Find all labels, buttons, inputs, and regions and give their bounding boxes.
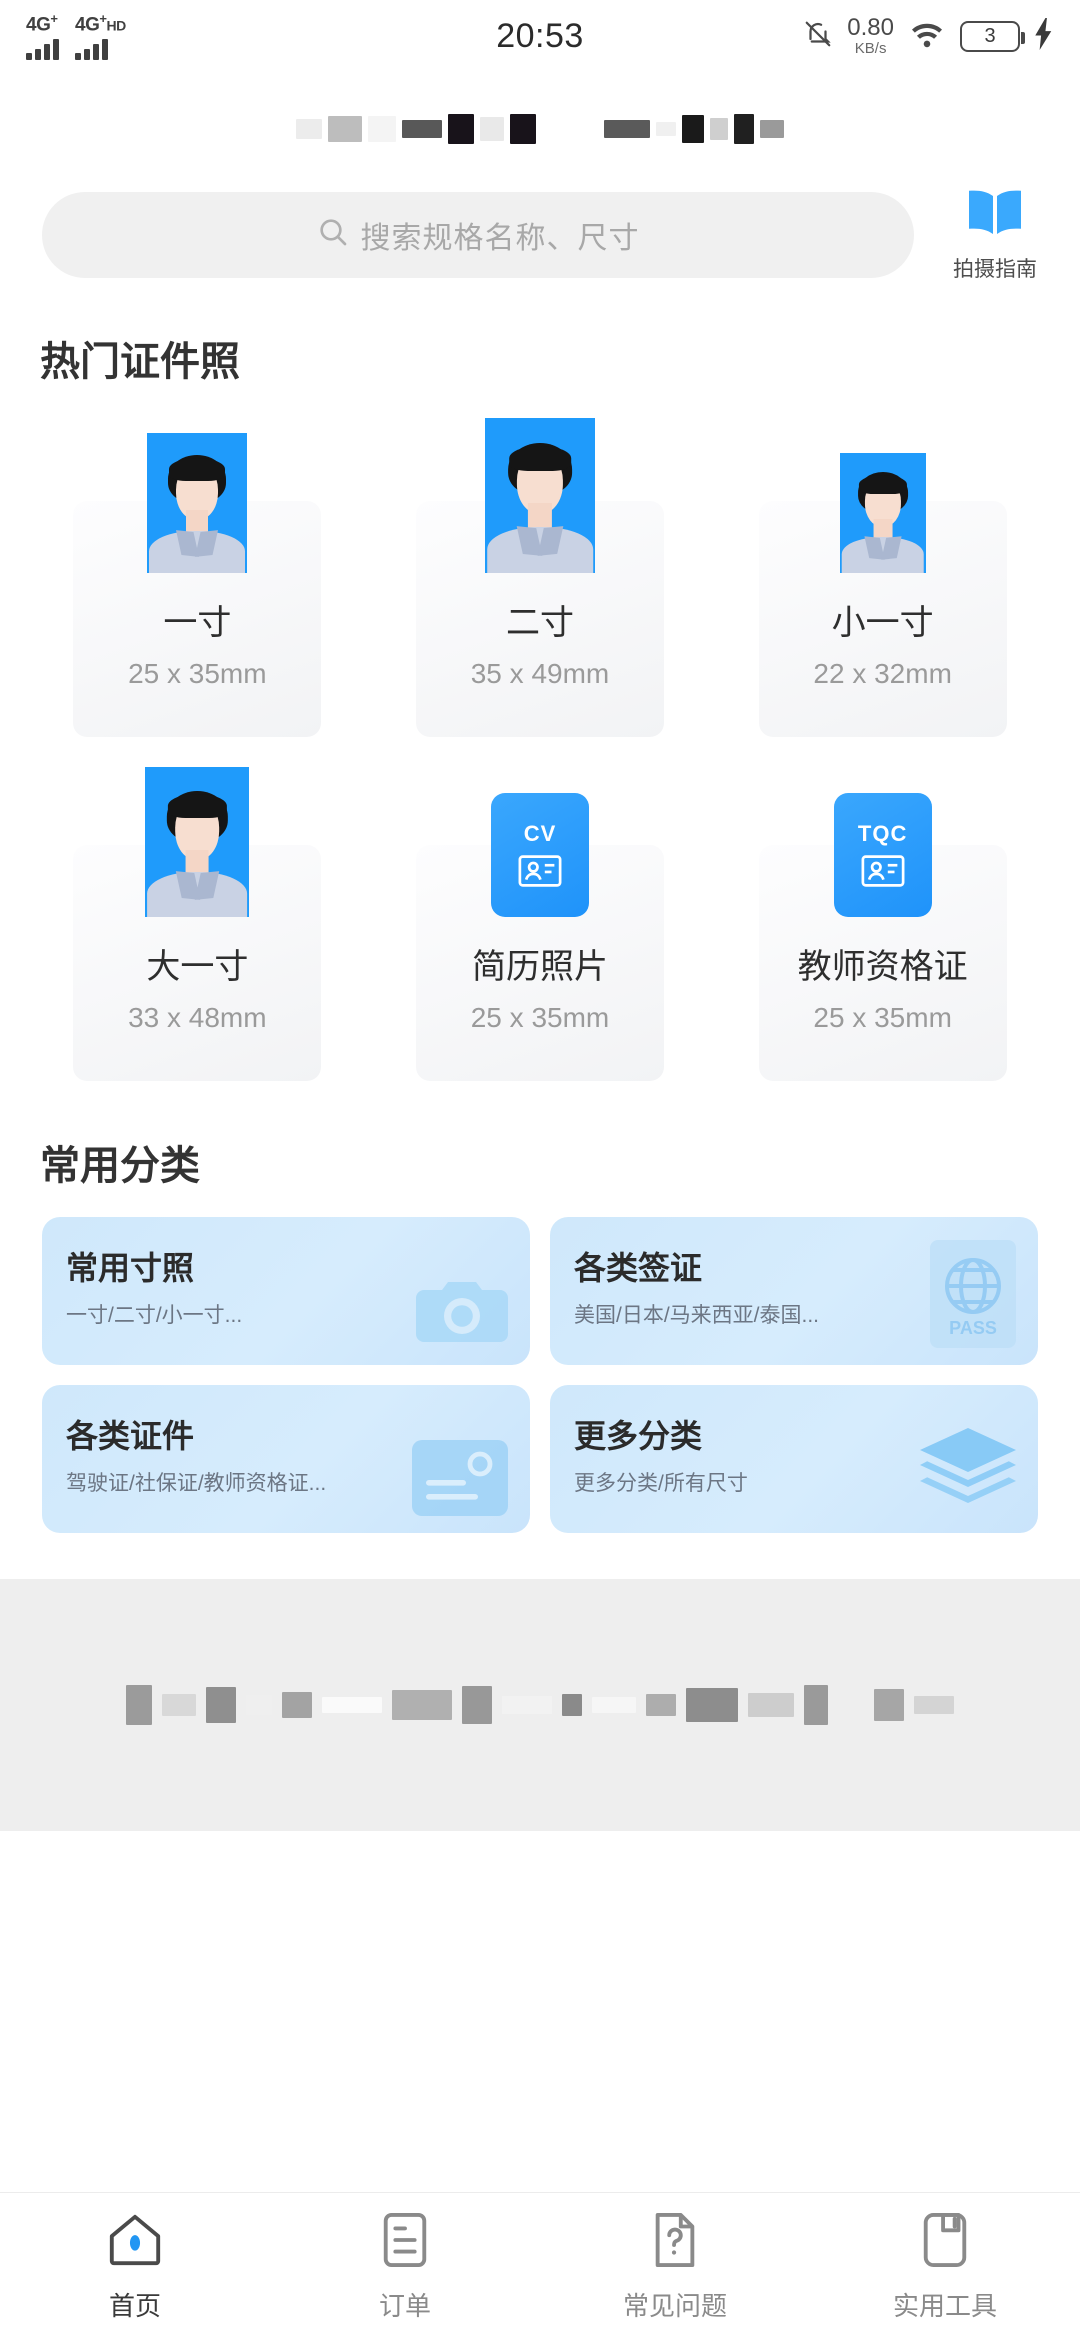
status-bar: 4G+ 4G+HD 20:53 0.80 KB/s 3 [0, 0, 1080, 72]
hot-photo-card[interactable]: 小一寸 22 x 32mm [711, 413, 1054, 743]
hot-photo-card[interactable]: 一寸 25 x 35mm [26, 413, 369, 743]
layers-icon [920, 1428, 1016, 1521]
hot-card-size: 35 x 49mm [470, 658, 610, 689]
tab-label: 首页 [108, 2290, 161, 2321]
search-row: 搜索规格名称、尺寸 拍摄指南 [0, 186, 1080, 283]
hot-card-name: 大一寸 [146, 948, 249, 986]
tab-home[interactable]: 首页 [0, 2193, 270, 2340]
hot-card-size: 33 x 48mm [128, 1002, 267, 1033]
battery-level: 3 [984, 24, 996, 47]
category-grid: 常用寸照 一寸/二寸/小一寸... 各类签证 美国/日本/马来西亚/泰国... PASS… [0, 1217, 1080, 1533]
hot-card-name: 教师资格证 [797, 948, 968, 986]
certificate-badge-icon: TQC [833, 793, 932, 917]
tab-label: 实用工具 [892, 2290, 997, 2321]
signal-1-plus: + [50, 11, 58, 27]
hot-card-thumb: CV [490, 757, 589, 917]
hot-card-thumb [839, 413, 926, 573]
battery-icon: 3 [960, 20, 1025, 52]
hot-card-size: 22 x 32mm [813, 658, 952, 689]
signal-indicator-1: 4G+ [26, 11, 59, 60]
hot-card-thumb: TQC [833, 757, 932, 917]
tab-tools[interactable]: 实用工具 [810, 2193, 1080, 2340]
signal-2-label: 4G+HD [75, 12, 126, 34]
search-placeholder: 搜索规格名称、尺寸 [360, 221, 640, 255]
signal-2-hd: HD [106, 17, 126, 34]
order-icon [378, 2211, 432, 2274]
hot-section-title: 热门证件照 [40, 340, 240, 384]
status-clock: 20:53 [496, 16, 584, 55]
id-portrait-icon [147, 433, 248, 573]
id-portrait-icon [145, 767, 250, 917]
photo-guide-button[interactable]: 拍摄指南 [936, 186, 1054, 283]
tab-label: 常见问题 [622, 2290, 727, 2321]
signal-2-bars-icon [75, 38, 108, 60]
home-icon [106, 2211, 164, 2274]
id-card-icon [412, 1440, 508, 1521]
hot-card-thumb [145, 757, 250, 917]
tab-order[interactable]: 订单 [270, 2193, 540, 2340]
bottom-tab-bar: 首页 订单 常见问题 实用工具 [0, 2192, 1080, 2340]
badge-code-label: CV [523, 821, 557, 846]
tab-faq[interactable]: 常见问题 [540, 2193, 810, 2340]
app-title-censored [0, 72, 1080, 168]
signal-2-tech: 4G [75, 14, 100, 36]
hot-card-thumb [147, 413, 248, 573]
hot-photo-card[interactable]: TQC 教师资格证 25 x 35mm [711, 757, 1054, 1087]
id-portrait-icon [839, 453, 926, 573]
hot-photo-grid: 一寸 25 x 35mm 二寸 35 x 49mm 小一寸 22 x 32mm 大一寸 33 … [0, 413, 1080, 1087]
wifi-icon [908, 19, 946, 54]
badge-code-label: TQC [857, 821, 908, 846]
hot-photo-card[interactable]: 二寸 35 x 49mm [369, 413, 712, 743]
ad-banner-censored[interactable] [0, 1579, 1080, 1831]
photo-guide-label: 拍摄指南 [953, 258, 1037, 281]
camera-icon [416, 1274, 508, 1353]
status-bar-left: 4G+ 4G+HD [26, 11, 126, 60]
id-portrait-icon [484, 418, 595, 573]
hot-card-size: 25 x 35mm [813, 1002, 952, 1033]
category-section-title: 常用分类 [40, 1144, 200, 1188]
category-card[interactable]: 各类证件 驾驶证/社保证/教师资格证... [42, 1385, 530, 1533]
signal-1-bars-icon [26, 38, 59, 60]
certificate-badge-icon: CV [490, 793, 589, 917]
hot-card-name: 二寸 [505, 604, 574, 642]
network-speed-unit: KB/s [854, 40, 887, 57]
hot-card-name: 一寸 [163, 604, 232, 642]
tools-icon [918, 2211, 972, 2274]
network-speed: 0.80 KB/s [847, 14, 894, 57]
status-bar-right: 0.80 KB/s 3 [803, 16, 1054, 56]
faq-icon [648, 2211, 702, 2274]
svg-text:PASS: PASS [949, 1318, 997, 1338]
search-icon [317, 216, 349, 253]
search-input[interactable]: 搜索规格名称、尺寸 [42, 191, 914, 278]
hot-card-size: 25 x 35mm [128, 658, 267, 689]
mute-icon [803, 18, 833, 55]
signal-1-tech: 4G [26, 14, 51, 36]
category-card[interactable]: 各类签证 美国/日本/马来西亚/泰国... PASS [550, 1217, 1038, 1365]
hot-photo-card[interactable]: 大一寸 33 x 48mm [26, 757, 369, 1087]
hot-photo-card[interactable]: CV 简历照片 25 x 35mm [369, 757, 712, 1087]
hot-card-thumb [484, 413, 595, 573]
signal-indicator-2: 4G+HD [75, 12, 126, 60]
category-card[interactable]: 更多分类 更多分类/所有尺寸 [550, 1385, 1038, 1533]
charging-bolt-icon [1034, 17, 1054, 55]
hot-card-name: 小一寸 [831, 604, 934, 642]
network-speed-value: 0.80 [847, 14, 894, 41]
hot-card-name: 简历照片 [471, 948, 608, 986]
category-card[interactable]: 常用寸照 一寸/二寸/小一寸... [42, 1217, 530, 1365]
passport-globe-icon: PASS [930, 1240, 1016, 1353]
signal-1-label: 4G+ [26, 11, 58, 36]
hot-card-size: 25 x 35mm [470, 1002, 610, 1033]
tab-label: 订单 [378, 2290, 431, 2321]
open-book-icon [963, 186, 1027, 247]
